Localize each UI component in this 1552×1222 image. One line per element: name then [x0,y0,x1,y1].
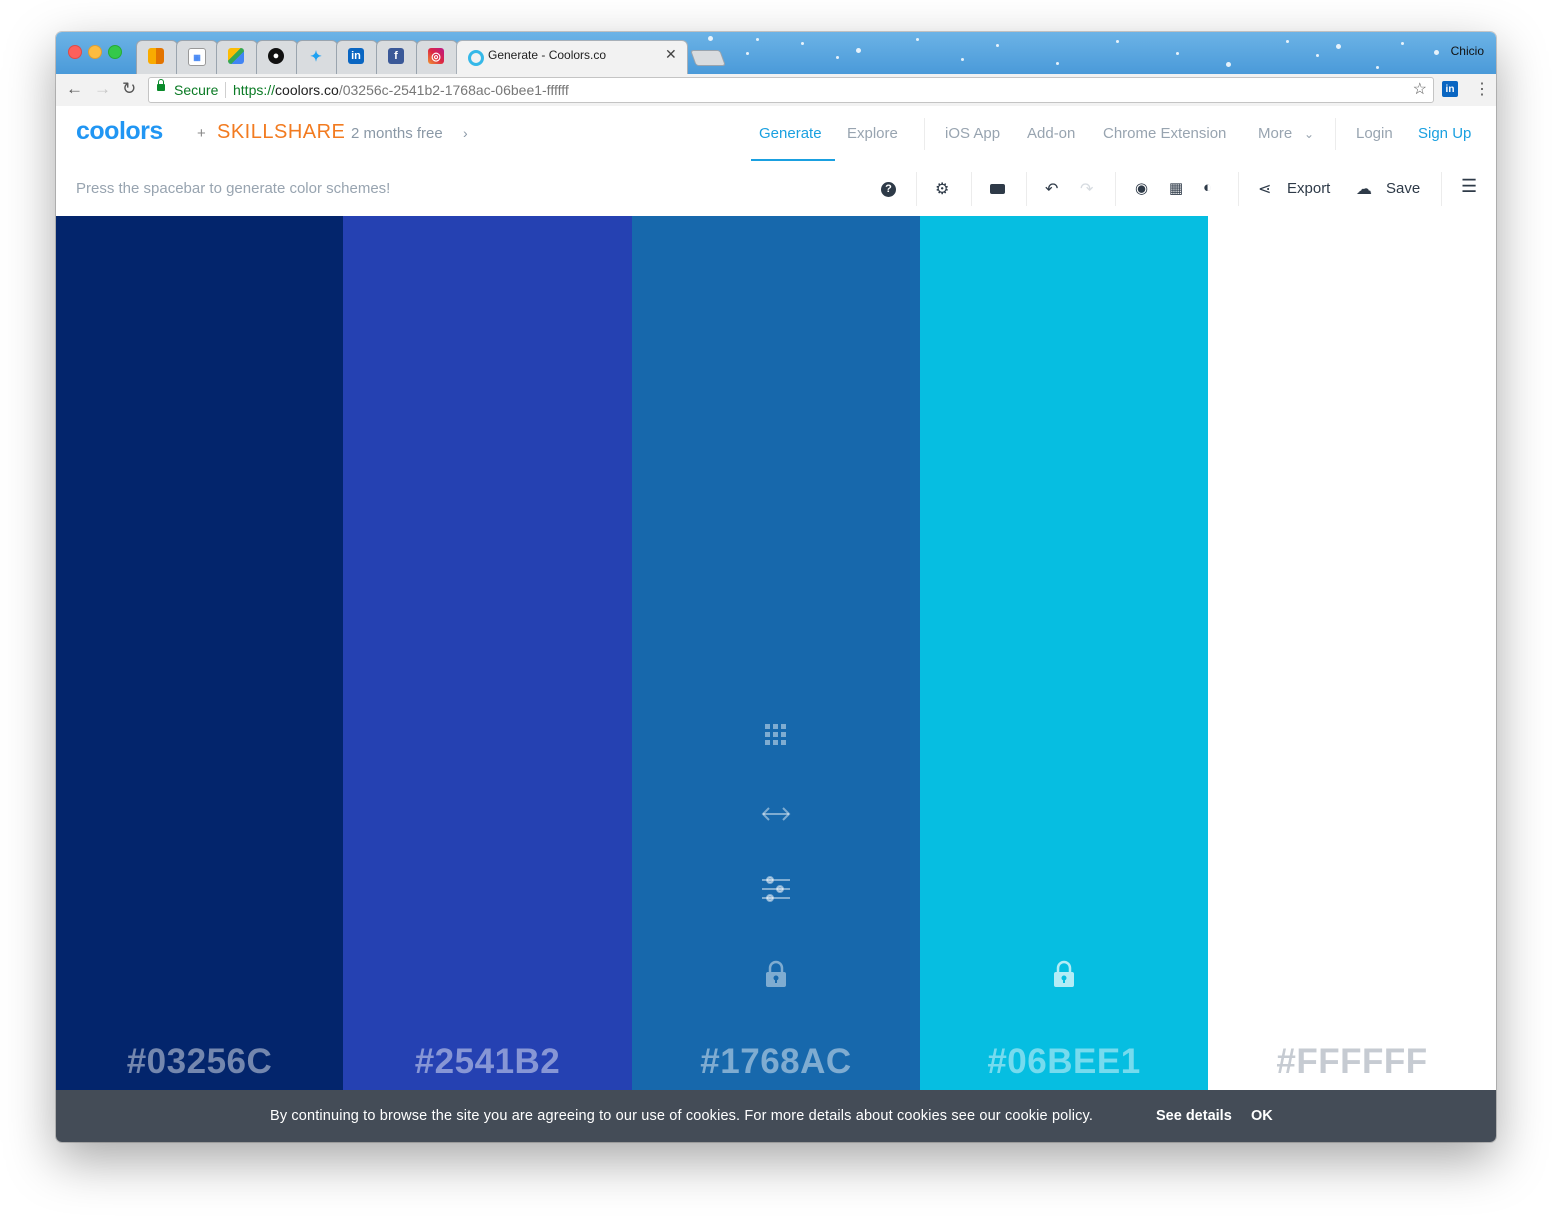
tab-strip: ▦ ● ✦ in f ◎ Generate - Coolors.co ✕ Chi… [56,32,1496,74]
grid-view-icon[interactable]: ▦ [1169,179,1183,197]
drag-arrows-icon[interactable] [761,806,791,822]
divider [1026,172,1027,206]
nav-chrome-extension[interactable]: Chrome Extension [1103,125,1226,142]
swatch-hex-label[interactable]: #06BEE1 [920,1042,1208,1082]
divider [1335,118,1336,150]
nav-add-on[interactable]: Add-on [1027,125,1075,142]
url-text[interactable]: https://coolors.co/03256c-2541b2-1768ac-… [233,82,569,98]
active-nav-indicator [751,159,835,161]
minimize-window-button[interactable] [88,45,102,59]
shades-grid-icon[interactable] [765,724,787,746]
new-tab-button[interactable] [690,50,726,66]
linkedin-icon: in [348,48,364,64]
url-scheme: https:// [233,82,276,98]
swatch-hex-label[interactable]: #FFFFFF [1208,1042,1496,1082]
share-icon[interactable]: ⋖ [1258,179,1271,199]
login-link[interactable]: Login [1356,125,1393,142]
skillshare-logo[interactable]: SKILLSHARE [217,121,345,144]
undo-icon[interactable]: ↶ [1045,179,1058,199]
nav-explore[interactable]: Explore [847,125,898,142]
back-icon[interactable]: ← [66,79,83,99]
forward-icon[interactable]: → [94,79,111,99]
adjust-sliders-icon[interactable] [762,876,790,902]
browser-menu-icon[interactable]: ⋮ [1474,79,1490,99]
coolors-logo[interactable]: coolors [76,117,163,146]
color-palette: #03256C #2541B2 #1768AC #06BEE1 #FFFFFF [56,216,1496,1090]
bookmark-star-icon[interactable]: ☆ [1413,79,1427,99]
divider [924,118,925,150]
help-icon[interactable]: ? [881,182,896,197]
divider [225,82,226,98]
instagram-icon: ◎ [428,48,444,64]
maximize-window-button[interactable] [108,45,122,59]
color-swatch[interactable]: #2541B2 [343,216,632,1090]
spacebar-hint: Press the spacebar to generate color sch… [76,180,391,197]
nav-generate[interactable]: Generate [759,125,822,142]
twitter-icon: ✦ [310,47,322,64]
chevron-down-icon: ⌄ [1304,127,1315,141]
reload-icon[interactable]: ↻ [122,79,136,99]
close-window-button[interactable] [68,45,82,59]
chevron-right-icon: › [463,125,468,141]
close-tab-icon[interactable]: ✕ [665,46,677,63]
analytics-icon [148,48,164,64]
profile-name[interactable]: Chicio [1451,44,1484,58]
lock-icon [157,79,165,91]
cookie-message: By continuing to browse the site you are… [270,1108,1094,1124]
coolors-favicon-icon [468,50,484,66]
locked-icon[interactable] [1053,960,1075,988]
nav-ios-app[interactable]: iOS App [945,125,1000,142]
settings-gear-icon[interactable]: ⚙ [935,179,949,199]
browser-toolbar: ← → ↻ Secure https://coolors.co/03256c-2… [56,74,1496,107]
cloud-upload-icon[interactable]: ☁ [1356,179,1372,199]
color-swatch[interactable]: #FFFFFF [1208,216,1496,1090]
export-button[interactable]: Export [1287,180,1330,197]
nav-more[interactable]: More [1258,125,1292,142]
swatch-hex-label[interactable]: #03256C [56,1042,343,1082]
camera-icon[interactable] [990,184,1005,194]
swatch-hex-label[interactable]: #1768AC [632,1042,920,1082]
contrast-icon[interactable]: ◐ [1203,179,1212,196]
drive-icon [228,48,244,64]
divider [1115,172,1116,206]
color-swatch[interactable]: #03256C [56,216,343,1090]
color-swatch[interactable]: #06BEE1 [920,216,1208,1090]
calendar-icon: ▦ [188,48,206,66]
address-bar[interactable]: Secure https://coolors.co/03256c-2541b2-… [148,77,1434,103]
color-swatch[interactable]: #1768AC [632,216,920,1090]
secure-label: Secure [174,82,219,98]
divider [916,172,917,206]
cookie-ok-button[interactable]: OK [1251,1108,1273,1124]
swatch-hex-label[interactable]: #2541B2 [343,1042,632,1082]
hamburger-menu-icon[interactable]: ☰ [1461,176,1477,197]
redo-icon[interactable]: ↷ [1080,179,1093,199]
generator-toolbar: Press the spacebar to generate color sch… [56,162,1496,217]
github-icon: ● [268,48,284,64]
lock-icon[interactable] [765,960,787,988]
browser-window: ▦ ● ✦ in f ◎ Generate - Coolors.co ✕ Chi… [56,32,1496,1142]
active-tab-title: Generate - Coolors.co [488,48,607,62]
linkedin-extension-icon[interactable]: in [1442,81,1458,97]
see-details-link[interactable]: See details [1156,1108,1232,1124]
url-host: coolors.co [275,82,339,98]
save-button[interactable]: Save [1386,180,1420,197]
facebook-icon: f [388,48,404,64]
cookie-banner: By continuing to browse the site you are… [56,1090,1496,1142]
divider [1238,172,1239,206]
divider [1441,172,1442,206]
divider [971,172,972,206]
plus-sign: + [197,125,206,142]
site-header: coolors + SKILLSHARE 2 months free › Gen… [56,106,1496,163]
signup-link[interactable]: Sign Up [1418,125,1471,142]
eye-icon[interactable]: ◉ [1135,179,1148,197]
url-path: /03256c-2541b2-1768ac-06bee1-ffffff [338,82,569,98]
promo-link[interactable]: 2 months free [351,125,443,142]
